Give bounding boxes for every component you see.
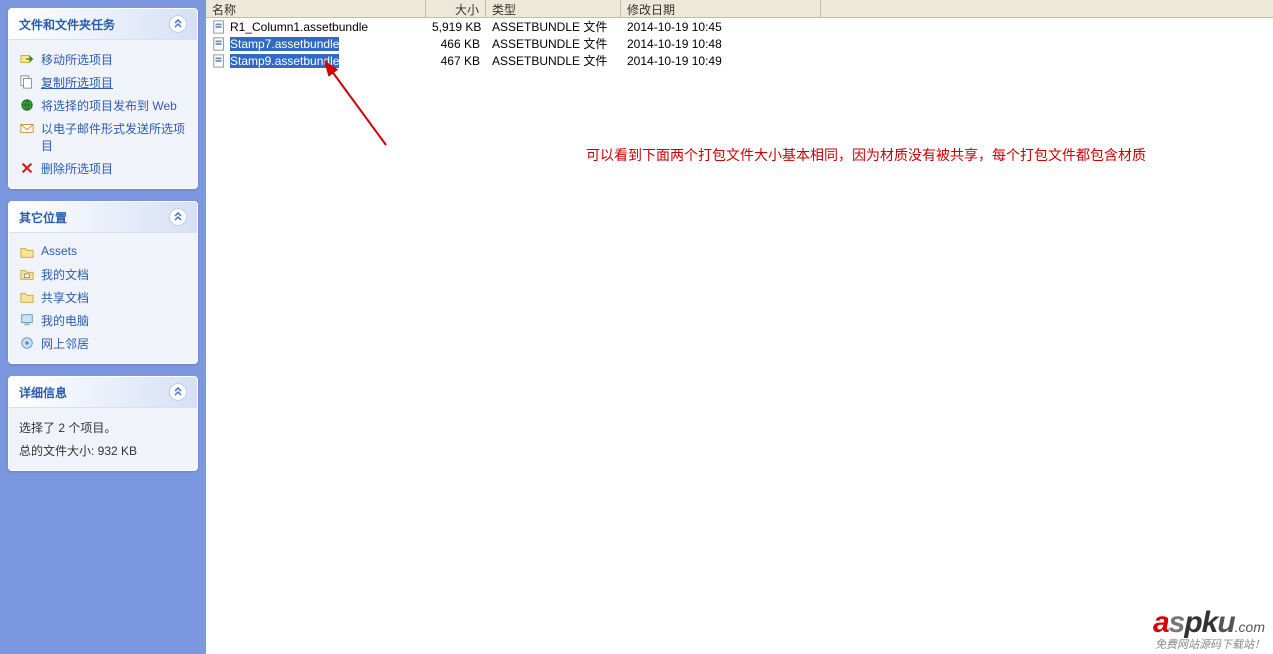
file-type: ASSETBUNDLE 文件	[486, 52, 621, 69]
file-icon	[212, 54, 226, 68]
file-date: 2014-10-19 10:48	[621, 37, 821, 51]
file-name: Stamp9.assetbundle	[230, 54, 339, 68]
computer-icon	[19, 312, 35, 328]
place-label: Assets	[41, 244, 187, 258]
file-date: 2014-10-19 10:45	[621, 20, 821, 34]
column-header-name[interactable]: 名称	[206, 0, 426, 17]
task-move[interactable]: 移动所选项目	[19, 48, 187, 71]
task-publish-web[interactable]: 将选择的项目发布到 Web	[19, 94, 187, 117]
file-icon	[212, 37, 226, 51]
collapse-icon[interactable]	[169, 383, 187, 401]
file-size: 467 KB	[426, 54, 486, 68]
explorer-sidebar: 文件和文件夹任务 移动所选项目 复制所选项目 将选择的项目发布到 Web 以电子…	[0, 0, 206, 654]
details-panel-header[interactable]: 详细信息	[9, 377, 197, 408]
details-panel: 详细信息 选择了 2 个项目。 总的文件大小: 932 KB	[8, 376, 198, 471]
places-panel-body: Assets 我的文档 共享文档 我的电脑 网上邻居	[9, 233, 197, 363]
task-label: 将选择的项目发布到 Web	[41, 97, 187, 114]
task-label: 删除所选项目	[41, 160, 187, 177]
task-label: 复制所选项目	[41, 74, 187, 91]
column-header-size[interactable]: 大小	[426, 0, 486, 17]
place-mydocs[interactable]: 我的文档	[19, 263, 187, 286]
move-icon	[19, 51, 35, 67]
task-copy[interactable]: 复制所选项目	[19, 71, 187, 94]
delete-icon	[19, 160, 35, 176]
watermark-sub: 免费网站源码下载站！	[1153, 636, 1265, 652]
network-icon	[19, 335, 35, 351]
watermark: aspku.com 免费网站源码下载站！	[1153, 606, 1265, 652]
file-icon	[212, 20, 226, 34]
details-totalsize: 总的文件大小: 932 KB	[19, 439, 187, 462]
places-panel: 其它位置 Assets 我的文档 共享文档 我的电脑	[8, 201, 198, 364]
column-header-date[interactable]: 修改日期	[621, 0, 821, 17]
tasks-panel-title: 文件和文件夹任务	[19, 16, 115, 33]
task-label: 移动所选项目	[41, 51, 187, 68]
place-label: 网上邻居	[41, 335, 187, 352]
details-panel-title: 详细信息	[19, 384, 67, 401]
file-name: Stamp7.assetbundle	[230, 37, 339, 51]
file-row[interactable]: Stamp9.assetbundle 467 KB ASSETBUNDLE 文件…	[206, 52, 1273, 69]
mydocs-icon	[19, 266, 35, 282]
collapse-icon[interactable]	[169, 208, 187, 226]
place-label: 我的文档	[41, 266, 187, 283]
place-label: 共享文档	[41, 289, 187, 306]
file-list-body: R1_Column1.assetbundle 5,919 KB ASSETBUN…	[206, 18, 1273, 69]
collapse-icon[interactable]	[169, 15, 187, 33]
place-network[interactable]: 网上邻居	[19, 332, 187, 355]
column-header-row: 名称 大小 类型 修改日期	[206, 0, 1273, 18]
task-email[interactable]: 以电子邮件形式发送所选项目	[19, 117, 187, 157]
file-size: 5,919 KB	[426, 20, 486, 34]
file-row[interactable]: R1_Column1.assetbundle 5,919 KB ASSETBUN…	[206, 18, 1273, 35]
place-shared[interactable]: 共享文档	[19, 286, 187, 309]
column-header-type[interactable]: 类型	[486, 0, 621, 17]
file-date: 2014-10-19 10:49	[621, 54, 821, 68]
file-type: ASSETBUNDLE 文件	[486, 35, 621, 52]
tasks-panel-body: 移动所选项目 复制所选项目 将选择的项目发布到 Web 以电子邮件形式发送所选项…	[9, 40, 197, 188]
task-label: 以电子邮件形式发送所选项目	[41, 120, 187, 154]
place-assets[interactable]: Assets	[19, 241, 187, 263]
copy-icon	[19, 74, 35, 90]
file-list-pane: 名称 大小 类型 修改日期 R1_Column1.assetbundle 5,9…	[206, 0, 1273, 654]
details-selection: 选择了 2 个项目。	[19, 416, 187, 439]
file-row[interactable]: Stamp7.assetbundle 466 KB ASSETBUNDLE 文件…	[206, 35, 1273, 52]
mail-icon	[19, 120, 35, 136]
places-panel-header[interactable]: 其它位置	[9, 202, 197, 233]
annotation-text: 可以看到下面两个打包文件大小基本相同，因为材质没有被共享，每个打包文件都包含材质	[586, 145, 1146, 165]
tasks-panel: 文件和文件夹任务 移动所选项目 复制所选项目 将选择的项目发布到 Web 以电子…	[8, 8, 198, 189]
folder-icon	[19, 244, 35, 260]
web-icon	[19, 97, 35, 113]
file-size: 466 KB	[426, 37, 486, 51]
tasks-panel-header[interactable]: 文件和文件夹任务	[9, 9, 197, 40]
shared-icon	[19, 289, 35, 305]
file-name: R1_Column1.assetbundle	[230, 20, 368, 34]
places-panel-title: 其它位置	[19, 209, 67, 226]
file-type: ASSETBUNDLE 文件	[486, 18, 621, 35]
place-label: 我的电脑	[41, 312, 187, 329]
task-delete[interactable]: 删除所选项目	[19, 157, 187, 180]
place-computer[interactable]: 我的电脑	[19, 309, 187, 332]
watermark-brand: aspku.com	[1153, 606, 1265, 640]
details-panel-body: 选择了 2 个项目。 总的文件大小: 932 KB	[9, 408, 197, 470]
